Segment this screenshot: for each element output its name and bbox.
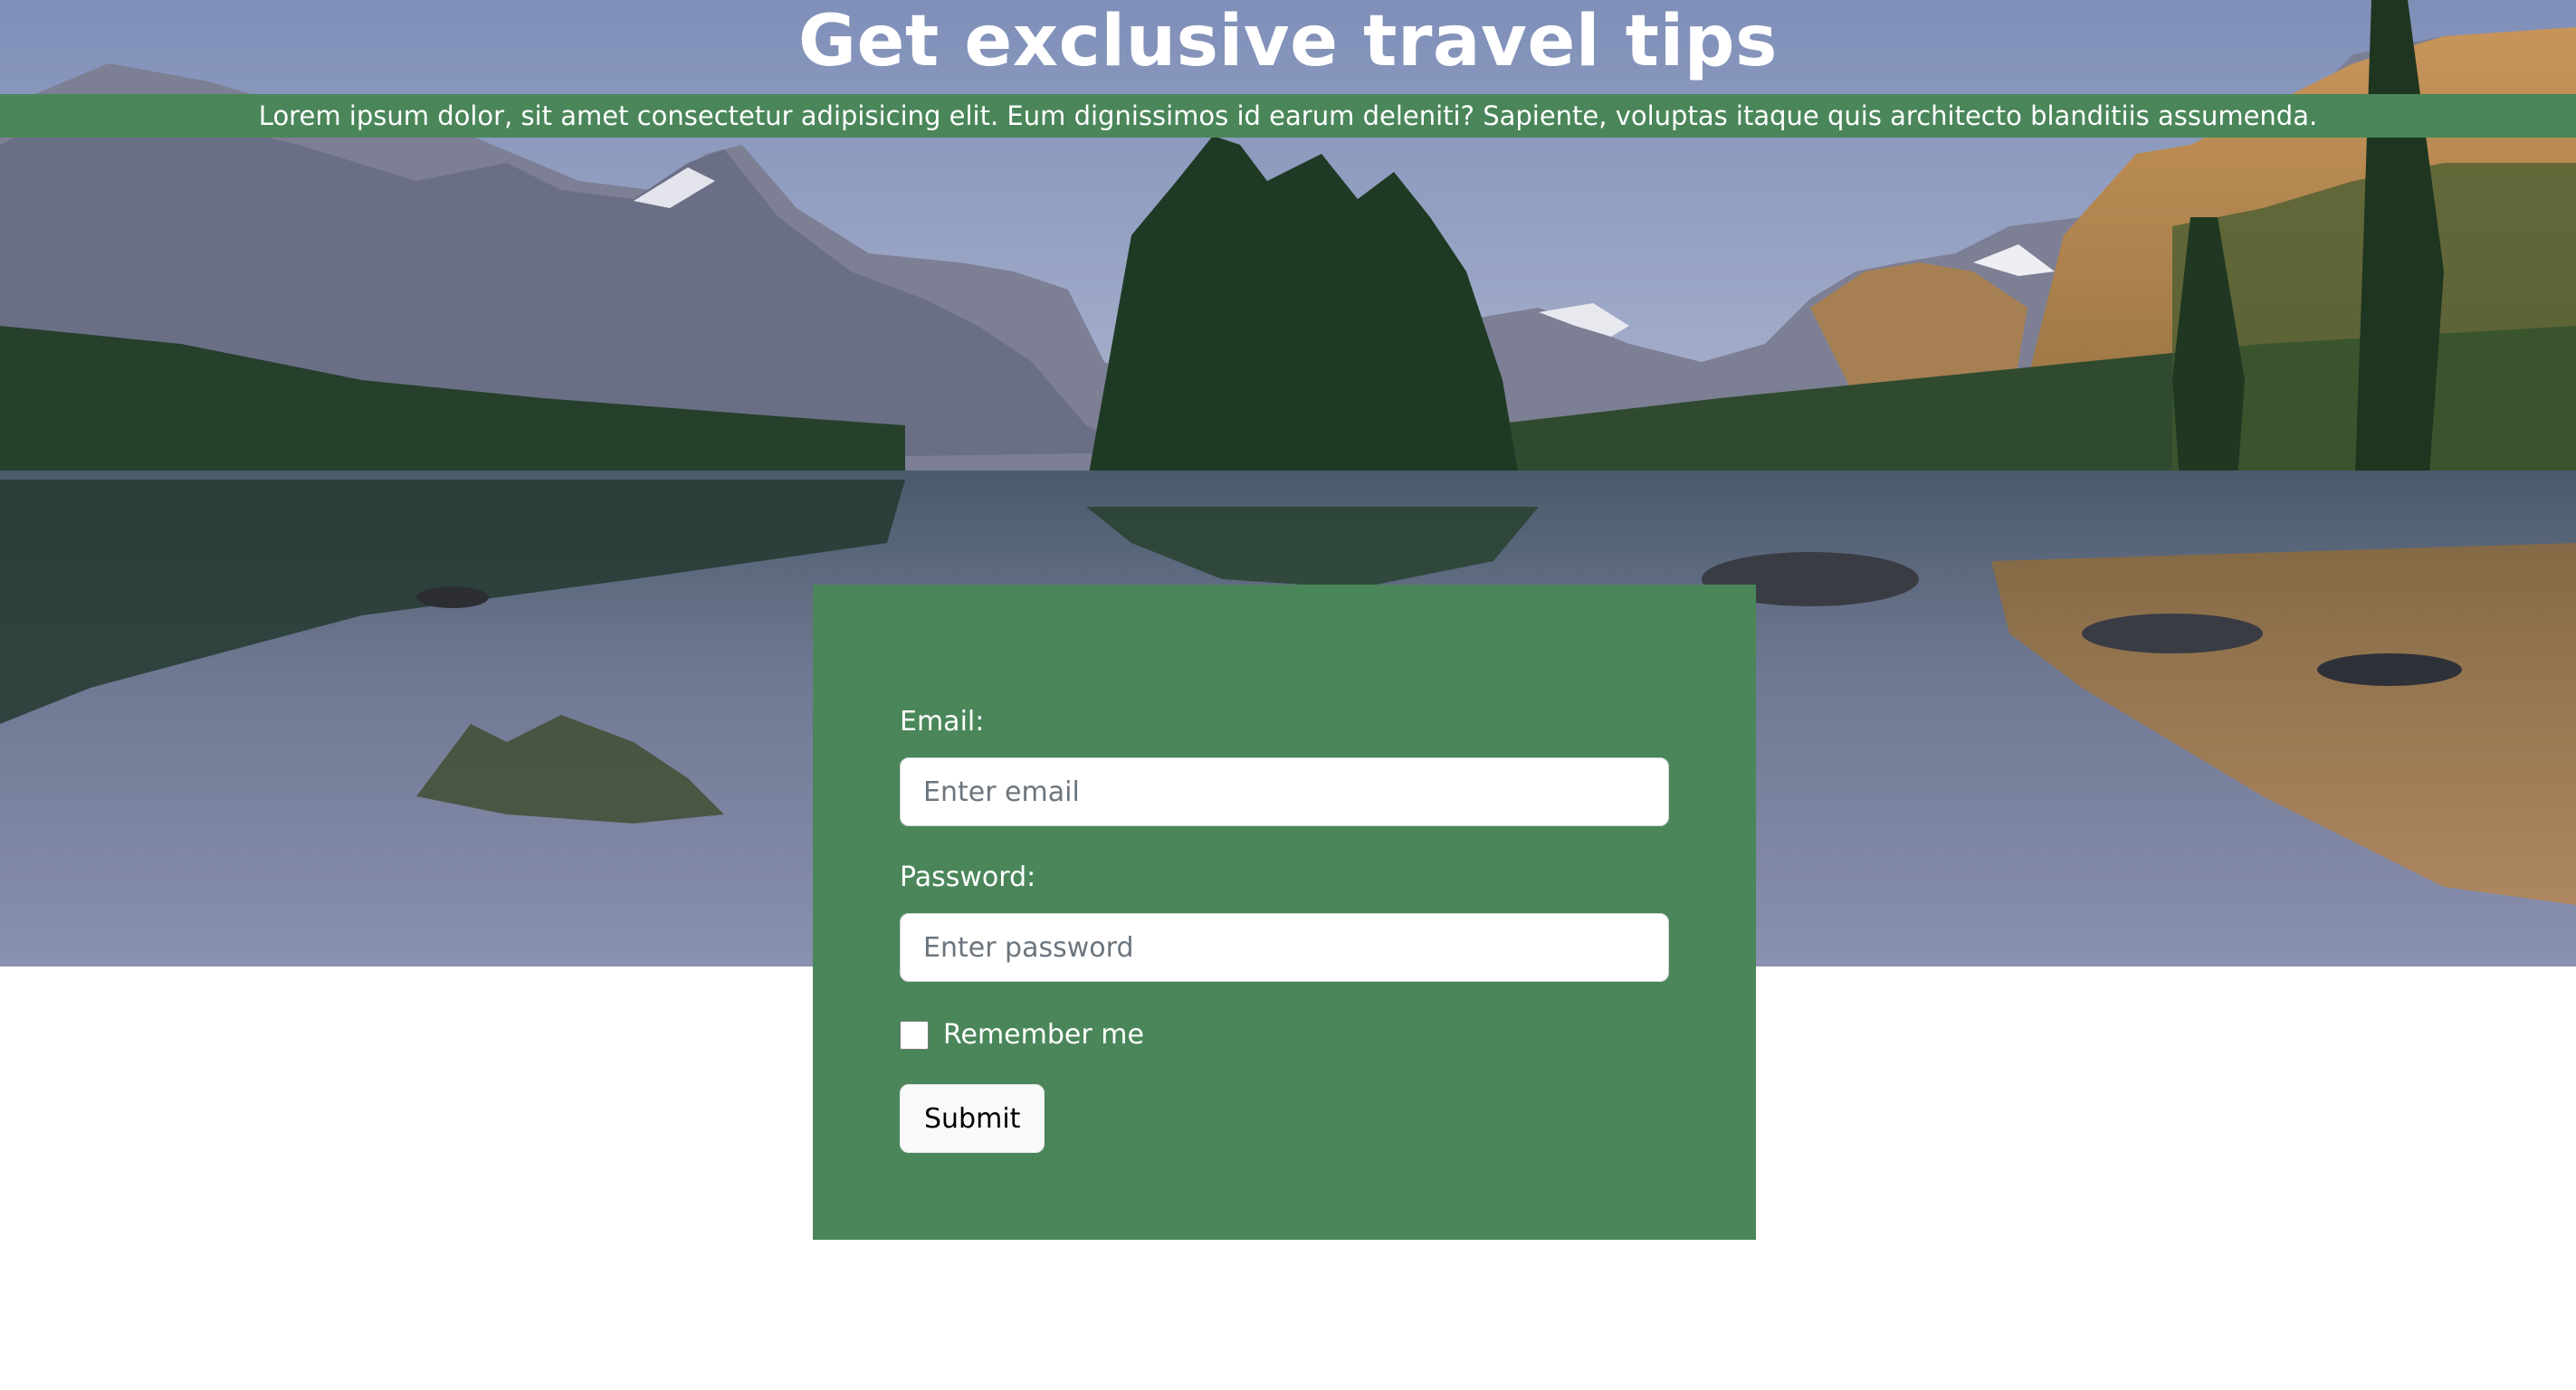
remember-me-checkbox[interactable] — [900, 1021, 929, 1050]
subtitle-band: Lorem ipsum dolor, sit amet consectetur … — [0, 94, 2576, 138]
remember-me-row: Remember me — [900, 1017, 1144, 1053]
remember-me-label: Remember me — [943, 1019, 1144, 1051]
page-title: Get exclusive travel tips — [798, 1, 1778, 82]
password-input[interactable] — [900, 913, 1669, 982]
signup-form-panel: Email: Password: Remember me Submit — [813, 585, 1756, 1240]
submit-button[interactable]: Submit — [900, 1084, 1045, 1153]
email-label: Email: — [900, 706, 985, 738]
email-input[interactable] — [900, 757, 1669, 826]
password-label: Password: — [900, 862, 1036, 893]
